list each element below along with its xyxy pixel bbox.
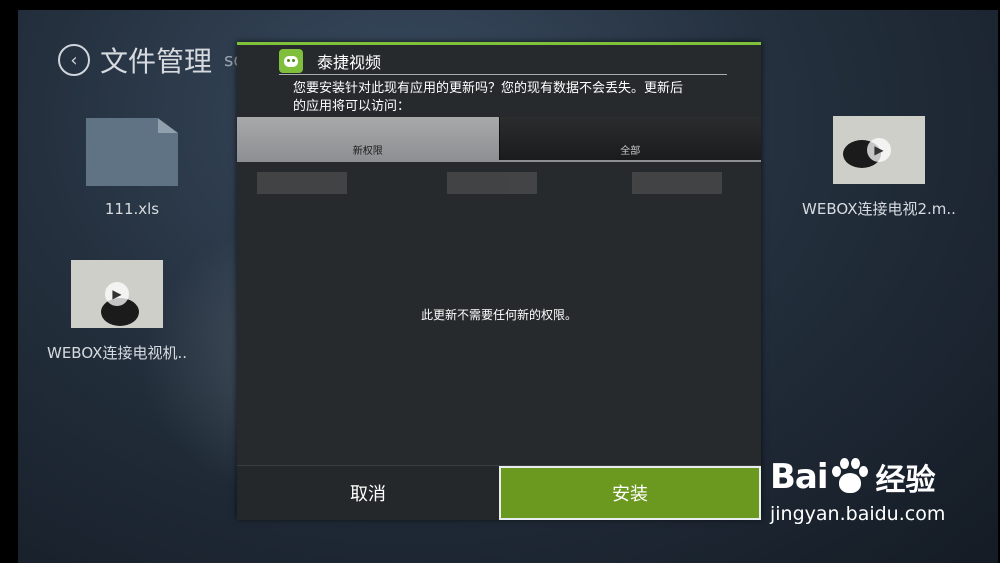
baidu-jingyan-watermark: Bai 经验 jingyan.baidu.com [770, 455, 985, 545]
file-name: WEBOX连接电视2.m.. [802, 200, 956, 218]
back-button[interactable]: ‹ [58, 44, 90, 76]
tab-new-permissions[interactable]: 新权限 [237, 117, 499, 161]
app-icon [279, 49, 303, 73]
no-permissions-message: 此更新不需要任何新的权限。 [420, 308, 577, 322]
file-name: 111.xls [104, 200, 160, 218]
cancel-button[interactable]: 取消 [237, 466, 499, 520]
document-icon [86, 118, 178, 186]
install-dialog: 泰捷视频 您要安装针对此现有应用的更新吗？您的现有数据不会丢失。更新后的应用将可… [237, 42, 761, 520]
dialog-title: 泰捷视频 [317, 53, 382, 72]
back-arrow-icon: ‹ [70, 49, 78, 71]
page-title: 文件管理 [100, 45, 213, 78]
tab-label: 全部 [620, 146, 641, 157]
paw-logo-icon [830, 457, 870, 497]
divider [279, 74, 727, 75]
dialog-header: 泰捷视频 [279, 46, 381, 76]
tab-all-permissions[interactable]: 全部 [498, 117, 761, 161]
play-icon: ▶ [867, 138, 891, 162]
dialog-button-bar: 取消 安装 [237, 465, 761, 520]
play-icon: ▶ [105, 282, 129, 306]
background-bleed [237, 162, 761, 242]
video-thumbnail: ▶ [71, 260, 163, 328]
install-button[interactable]: 安装 [499, 466, 761, 520]
watermark-url: jingyan.baidu.com [770, 503, 946, 525]
tab-label: 新权限 [352, 146, 383, 157]
permission-tabs: 新权限 全部 [237, 117, 761, 161]
file-name: WEBOX连接电视机.. [47, 344, 187, 362]
video-thumbnail: ▶ [833, 116, 925, 184]
dialog-accent-bar [237, 42, 761, 45]
watermark-brand-suffix: 经验 [875, 463, 936, 498]
file-tile[interactable]: ▶ WEBOX连接电视2.m.. [794, 116, 964, 219]
file-tile[interactable]: 111.xls [52, 118, 212, 218]
file-tile[interactable]: ▶ WEBOX连接电视机.. [32, 260, 202, 363]
watermark-brand: Bai [770, 457, 829, 497]
dialog-message: 您要安装针对此现有应用的更新吗？您的现有数据不会丢失。更新后的应用将可以访问： [293, 81, 684, 114]
